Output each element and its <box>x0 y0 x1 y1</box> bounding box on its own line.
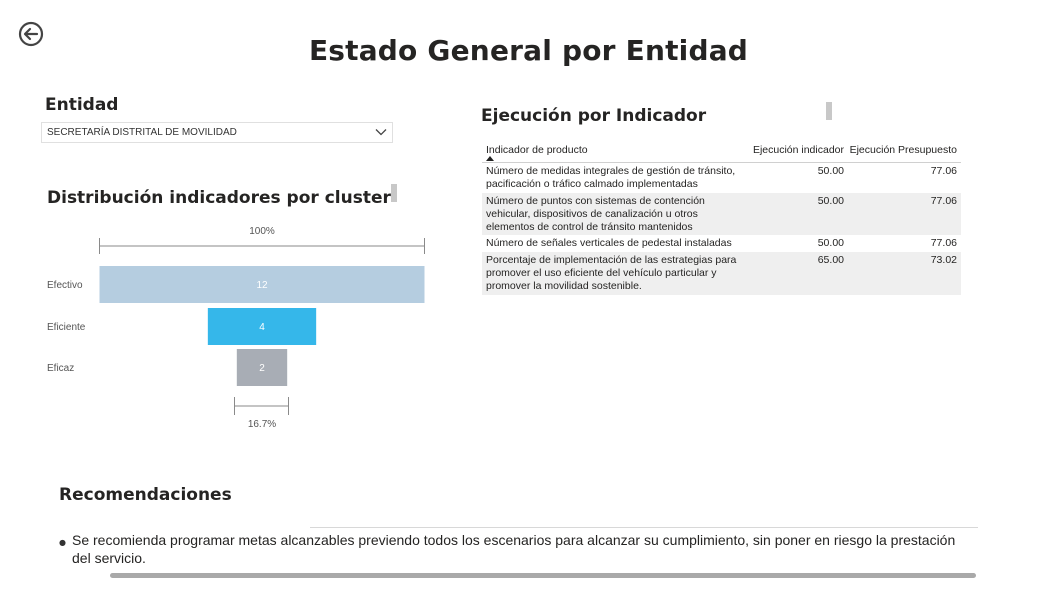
visual-focus-indicator <box>826 102 832 120</box>
page-title: Estado General por Entidad <box>308 34 749 67</box>
column-header-indicator[interactable]: Indicador de producto <box>482 143 744 162</box>
funnel-category-label: Eficaz <box>47 363 74 374</box>
funnel-value-label: 2 <box>259 363 265 374</box>
visual-focus-indicator <box>391 184 397 202</box>
top-percent-label: 100% <box>249 226 275 237</box>
funnel-category-label: Efectivo <box>47 280 83 291</box>
recommendations-divider <box>310 527 978 528</box>
cell-indicator: Número de medidas integrales de gestión … <box>486 165 736 191</box>
cell-ejecucion-presupuesto: 77.06 <box>930 237 957 250</box>
entity-dropdown[interactable]: SECRETARÍA DISTRITAL DE MOVILIDAD <box>41 122 393 143</box>
cell-ejecucion-presupuesto: 73.02 <box>930 253 957 266</box>
entity-selected-value: SECRETARÍA DISTRITAL DE MOVILIDAD <box>47 127 237 138</box>
sort-ascending-icon[interactable] <box>486 156 494 161</box>
top-percent-bracket <box>99 238 425 254</box>
funnel-value-label: 12 <box>256 280 268 291</box>
cell-ejecucion-presupuesto: 77.06 <box>930 165 957 177</box>
cell-ejecucion-presupuesto: 77.06 <box>930 194 957 207</box>
bottom-percent-label: 16.7% <box>248 419 276 430</box>
cell-ejecucion-indicador: 65.00 <box>817 253 844 266</box>
table-row[interactable]: Número de puntos con sistemas de contenc… <box>482 192 961 236</box>
table-row[interactable]: Número de medidas integrales de gestión … <box>482 163 961 193</box>
cell-ejecucion-indicador: 50.00 <box>817 165 844 177</box>
bottom-percent-bracket <box>234 397 289 415</box>
recommendation-item: Se recomienda programar metas alcanzable… <box>72 532 956 566</box>
funnel-chart-title: Distribución indicadores por cluster <box>47 188 391 208</box>
funnel-category-label: Eficiente <box>47 322 86 333</box>
bullet-icon: ● <box>59 538 66 547</box>
entity-filter-label: Entidad <box>45 95 119 115</box>
cell-indicator: Número de puntos con sistemas de contenc… <box>486 194 705 234</box>
column-header-ejecucion-indicador[interactable]: Ejecución indicador <box>744 143 844 162</box>
chevron-down-icon <box>375 129 387 136</box>
funnel-value-label: 4 <box>259 322 265 333</box>
cell-ejecucion-indicador: 50.00 <box>817 237 844 250</box>
cell-ejecucion-indicador: 50.00 <box>817 194 844 207</box>
funnel-chart: 100% Efectivo 12 Eficiente 4 Eficaz 2 16.7% <box>47 226 425 430</box>
cell-indicator: Número de señales verticales de pedestal… <box>486 237 732 250</box>
table-row[interactable]: Número de señales verticales de pedestal… <box>482 235 961 251</box>
recommendations-title: Recomendaciones <box>59 485 232 505</box>
table-header: Indicador de producto Ejecución indicado… <box>482 143 961 163</box>
indicator-table: Indicador de producto Ejecución indicado… <box>482 143 961 295</box>
indicator-table-title: Ejecución por Indicador <box>481 106 707 126</box>
column-header-ejecucion-presupuesto[interactable]: Ejecución Presupuesto <box>844 143 961 162</box>
horizontal-scrollbar[interactable] <box>110 573 976 578</box>
cell-indicator: Porcentaje de implementación de las estr… <box>486 253 737 293</box>
table-row[interactable]: Porcentaje de implementación de las estr… <box>482 251 961 295</box>
